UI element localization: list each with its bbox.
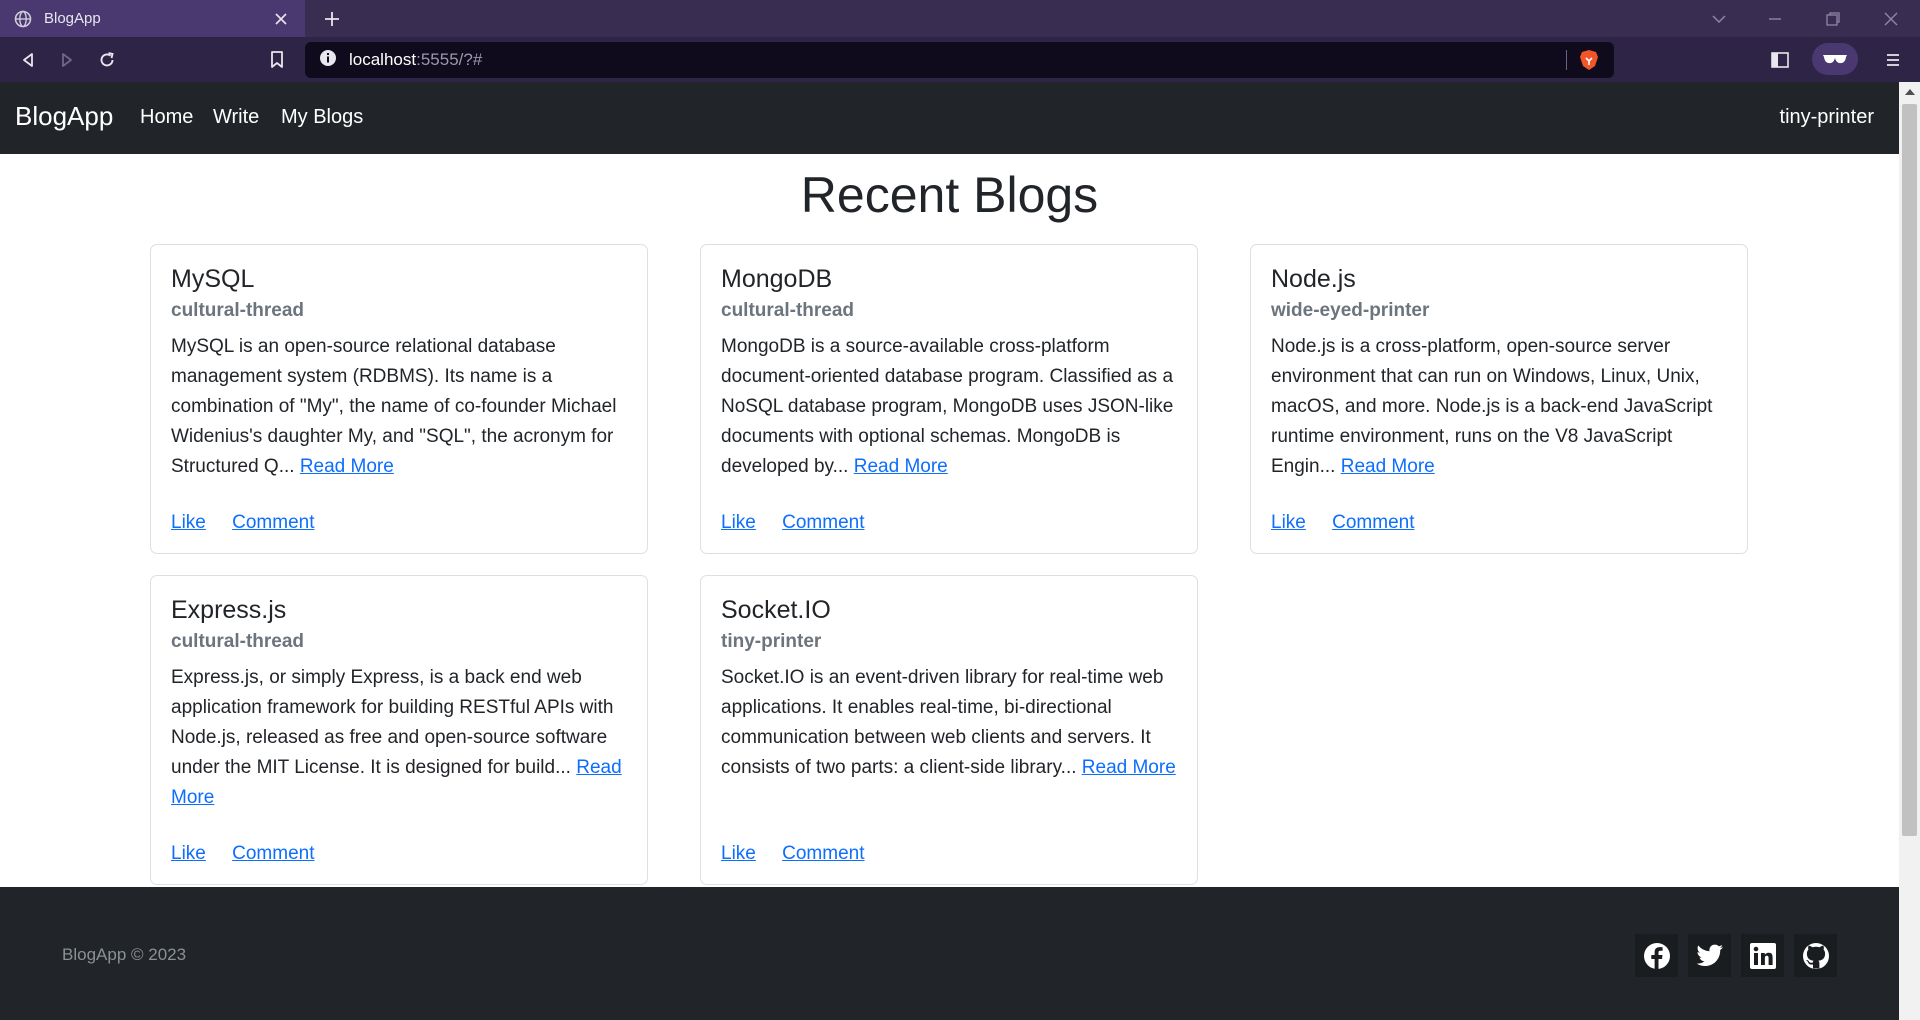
page-title: Recent Blogs bbox=[800, 167, 1099, 223]
comment-link[interactable]: Comment bbox=[232, 512, 314, 533]
page-viewport: BlogApp Home Write My Blogs tiny-printer… bbox=[0, 82, 1899, 1020]
like-link[interactable]: Like bbox=[1271, 512, 1306, 533]
url-path: :5555/?# bbox=[416, 50, 483, 69]
globe-icon bbox=[14, 10, 32, 28]
blog-author: tiny-printer bbox=[721, 631, 822, 652]
blog-author: cultural-thread bbox=[721, 300, 855, 321]
browser-toolbar: localhost:5555/?# bbox=[0, 37, 1920, 82]
url-host: localhost bbox=[349, 50, 417, 69]
close-icon[interactable] bbox=[269, 7, 293, 31]
github-icon[interactable] bbox=[1794, 934, 1837, 977]
card-actions: Like Comment bbox=[171, 843, 336, 865]
linkedin-icon[interactable] bbox=[1741, 934, 1784, 977]
info-icon[interactable] bbox=[319, 49, 337, 71]
address-bar[interactable]: localhost:5555/?# bbox=[305, 42, 1614, 78]
tab-title: BlogApp bbox=[44, 10, 101, 27]
restore-icon[interactable] bbox=[1820, 6, 1846, 32]
card-actions: Like Comment bbox=[171, 512, 336, 534]
blog-excerpt-text: Node.js is a cross-platform, open-source… bbox=[1271, 336, 1713, 477]
blog-author: wide-eyed-printer bbox=[1271, 300, 1430, 321]
blog-excerpt: Express.js, or simply Express, is a back… bbox=[171, 663, 627, 813]
url-divider bbox=[1566, 50, 1567, 70]
forward-icon[interactable] bbox=[52, 45, 82, 75]
glasses-icon bbox=[1822, 50, 1848, 69]
nav-home[interactable]: Home bbox=[140, 106, 193, 129]
new-tab-icon[interactable] bbox=[319, 6, 345, 32]
blog-card: Node.js wide-eyed-printer Node.js is a c… bbox=[1250, 244, 1748, 554]
blog-title: MongoDB bbox=[721, 265, 833, 293]
like-link[interactable]: Like bbox=[721, 512, 756, 533]
sidebar-icon[interactable] bbox=[1765, 45, 1795, 75]
chevron-down-icon[interactable] bbox=[1706, 6, 1732, 32]
nav-write[interactable]: Write bbox=[213, 106, 259, 129]
blog-title: Express.js bbox=[171, 596, 287, 624]
minimize-icon[interactable] bbox=[1762, 6, 1788, 32]
like-link[interactable]: Like bbox=[171, 512, 206, 533]
blog-card: MongoDB cultural-thread MongoDB is a sou… bbox=[700, 244, 1198, 554]
blog-excerpt-text: Express.js, or simply Express, is a back… bbox=[171, 667, 614, 778]
browser-tabstrip: BlogApp bbox=[0, 0, 1920, 37]
browser-tab[interactable]: BlogApp bbox=[0, 0, 305, 37]
blog-excerpt: MongoDB is a source-available cross-plat… bbox=[721, 332, 1177, 482]
brand-link[interactable]: BlogApp bbox=[15, 101, 113, 132]
read-more-link[interactable]: Read More bbox=[1082, 757, 1176, 778]
blog-card: Express.js cultural-thread Express.js, o… bbox=[150, 575, 648, 885]
scroll-up-icon[interactable] bbox=[1899, 84, 1920, 100]
footer: BlogApp © 2023 bbox=[0, 887, 1899, 1020]
comment-link[interactable]: Comment bbox=[782, 843, 864, 864]
extension-pill[interactable] bbox=[1812, 43, 1858, 75]
blog-card: Socket.IO tiny-printer Socket.IO is an e… bbox=[700, 575, 1198, 885]
nav-user[interactable]: tiny-printer bbox=[1780, 106, 1874, 129]
like-link[interactable]: Like bbox=[721, 843, 756, 864]
menu-icon[interactable] bbox=[1878, 45, 1908, 75]
comment-link[interactable]: Comment bbox=[782, 512, 864, 533]
brave-shields-icon[interactable] bbox=[1578, 49, 1600, 71]
card-actions: Like Comment bbox=[721, 512, 886, 534]
blog-excerpt: Socket.IO is an event-driven library for… bbox=[721, 663, 1177, 783]
like-link[interactable]: Like bbox=[171, 843, 206, 864]
blog-excerpt: Node.js is a cross-platform, open-source… bbox=[1271, 332, 1727, 482]
card-actions: Like Comment bbox=[1271, 512, 1436, 534]
nav-my-blogs[interactable]: My Blogs bbox=[281, 106, 363, 129]
page-scrollbar[interactable] bbox=[1899, 82, 1920, 1020]
read-more-link[interactable]: Read More bbox=[1341, 456, 1435, 477]
read-more-link[interactable]: Read More bbox=[300, 456, 394, 477]
window-close-icon[interactable] bbox=[1878, 6, 1904, 32]
blog-author: cultural-thread bbox=[171, 300, 305, 321]
twitter-icon[interactable] bbox=[1688, 934, 1731, 977]
card-actions: Like Comment bbox=[721, 843, 886, 865]
comment-link[interactable]: Comment bbox=[232, 843, 314, 864]
blog-title: Node.js bbox=[1271, 265, 1356, 293]
copyright: BlogApp © 2023 bbox=[62, 945, 187, 964]
navbar: BlogApp Home Write My Blogs tiny-printer bbox=[0, 82, 1899, 154]
reload-icon[interactable] bbox=[92, 45, 122, 75]
back-icon[interactable] bbox=[13, 45, 43, 75]
blog-title: MySQL bbox=[171, 265, 255, 293]
blog-author: cultural-thread bbox=[171, 631, 305, 652]
read-more-link[interactable]: Read More bbox=[854, 456, 948, 477]
comment-link[interactable]: Comment bbox=[1332, 512, 1414, 533]
bookmark-icon[interactable] bbox=[262, 45, 292, 75]
blog-title: Socket.IO bbox=[721, 596, 831, 624]
blog-card: MySQL cultural-thread MySQL is an open-s… bbox=[150, 244, 648, 554]
blog-excerpt: MySQL is an open-source relational datab… bbox=[171, 332, 627, 482]
facebook-icon[interactable] bbox=[1635, 934, 1678, 977]
scrollbar-thumb[interactable] bbox=[1902, 104, 1917, 836]
